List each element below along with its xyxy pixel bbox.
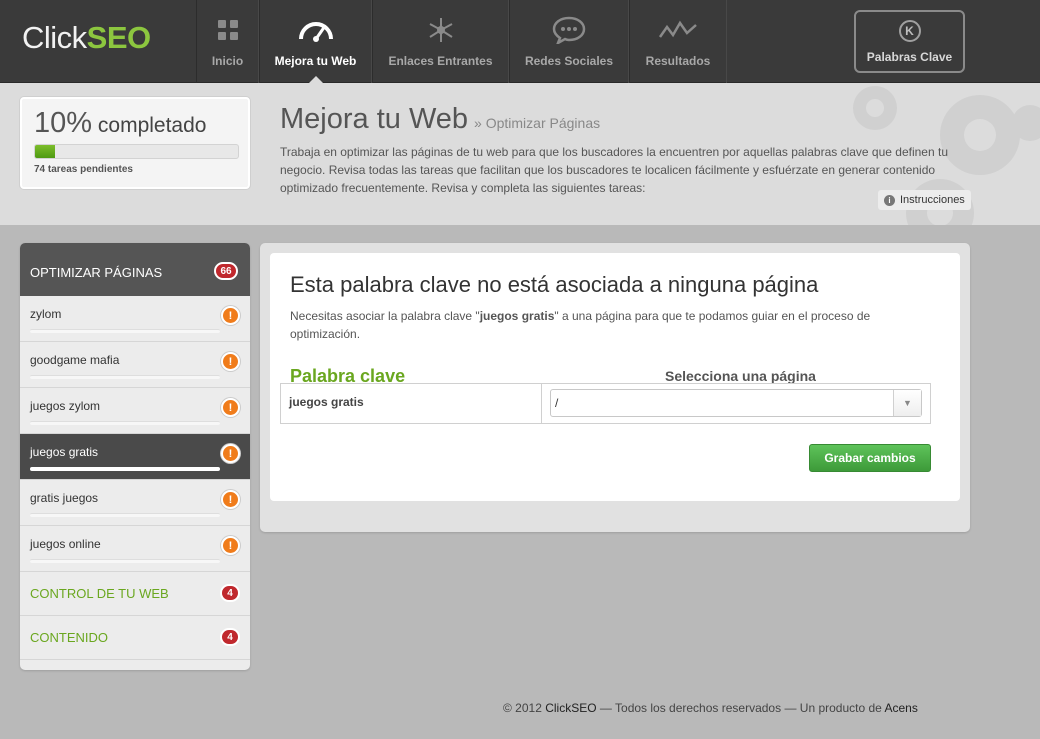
chevron-down-icon[interactable]: ▼ xyxy=(893,390,921,416)
page-title-text: Mejora tu Web xyxy=(280,103,469,135)
card-description: Necesitas asociar la palabra clave "jueg… xyxy=(290,307,940,343)
sidebar-item-juegos-zylom[interactable]: juegos zylom ! xyxy=(20,388,250,434)
footer-company-link[interactable]: Acens xyxy=(885,701,918,715)
page-select-value: / xyxy=(555,396,559,410)
page-intro-text: Trabaja en optimizar las páginas de tu w… xyxy=(280,145,948,195)
item-progress-line xyxy=(30,513,220,517)
sidebar-header-label: OPTIMIZAR PÁGINAS xyxy=(30,265,163,280)
count-badge: 4 xyxy=(220,628,240,646)
nav-mejora-label: Mejora tu Web xyxy=(274,54,357,68)
tasks-sidebar: OPTIMIZAR PÁGINAS 66 zylom ! goodgame ma… xyxy=(20,243,250,670)
footer-brand-link[interactable]: ClickSEO xyxy=(545,701,596,715)
alert-icon: ! xyxy=(221,490,240,509)
table-row: juegos gratis / ▼ xyxy=(280,383,931,424)
sidebar-item-label: juegos online xyxy=(30,537,101,551)
sidebar-item-label: juegos zylom xyxy=(30,399,101,413)
item-progress-line xyxy=(30,329,220,333)
desc-text-pre: Necesitas asociar la palabra clave " xyxy=(290,309,480,323)
nav-resultados[interactable]: Resultados xyxy=(629,0,727,83)
sidebar-header-optimizar-paginas[interactable]: OPTIMIZAR PÁGINAS 66 xyxy=(20,243,250,296)
logo-text-click: Click xyxy=(22,20,87,55)
sidebar-item-label: goodgame mafia xyxy=(30,353,120,367)
progress-bar xyxy=(34,144,239,159)
row-page-cell: / ▼ xyxy=(542,384,930,423)
item-progress-line xyxy=(30,375,220,379)
sidebar-section-control-de-tu-web[interactable]: CONTROL DE TU WEB 4 xyxy=(20,572,250,616)
alert-icon: ! xyxy=(221,398,240,417)
sidebar-item-goodgame-mafia[interactable]: goodgame mafia ! xyxy=(20,342,250,388)
sidebar-item-label: zylom xyxy=(30,307,62,321)
alert-icon: ! xyxy=(221,352,240,371)
progress-percent: 10% completado xyxy=(34,107,236,140)
top-navigation-bar: ClickSEO Inicio Mejora tu Web Enlaces En… xyxy=(0,0,1040,84)
page-header-band: 10% completado 74 tareas pendientes Mejo… xyxy=(0,83,1040,225)
alert-icon: ! xyxy=(221,536,240,555)
alert-icon: ! xyxy=(221,306,240,325)
card-heading: Esta palabra clave no está asociada a ni… xyxy=(290,272,819,297)
nav-redes-label: Redes Sociales xyxy=(524,54,614,68)
item-progress-line xyxy=(30,421,220,425)
sidebar-item-zylom[interactable]: zylom ! xyxy=(20,296,250,342)
save-changes-button[interactable]: Grabar cambios xyxy=(809,444,931,472)
sidebar-section-contenido[interactable]: CONTENIDO 4 xyxy=(20,616,250,660)
nav-inicio[interactable]: Inicio xyxy=(196,0,259,83)
main-nav: Inicio Mejora tu Web Enlaces Entrantes R… xyxy=(196,0,727,84)
breadcrumb[interactable]: » Optimizar Páginas xyxy=(474,115,600,131)
keyword-k-icon: K xyxy=(898,20,921,42)
footer-copyright: © 2012 xyxy=(503,701,546,715)
desc-keyword: juegos gratis xyxy=(479,309,555,323)
main-panel: Esta palabra clave no está asociada a ni… xyxy=(260,243,970,532)
chat-bubble-icon xyxy=(552,16,586,44)
progress-panel: 10% completado 74 tareas pendientes xyxy=(20,97,250,189)
logo-text-seo: SEO xyxy=(86,20,151,55)
sidebar-section-label: CONTROL DE TU WEB xyxy=(30,586,169,601)
progress-bar-fill xyxy=(35,145,56,158)
page-select[interactable]: / ▼ xyxy=(550,389,922,417)
grid-icon xyxy=(217,16,239,44)
instructions-label: Instrucciones xyxy=(900,194,965,206)
clickseo-logo[interactable]: ClickSEO xyxy=(22,20,151,56)
footer-rights-text: — Todos los derechos reservados — Un pro… xyxy=(596,701,885,715)
instructions-button[interactable]: i Instrucciones xyxy=(878,190,971,210)
palabras-clave-label: Palabras Clave xyxy=(866,50,953,64)
sidebar-item-juegos-gratis[interactable]: juegos gratis ! xyxy=(20,434,250,480)
count-badge: 66 xyxy=(214,262,238,280)
progress-suffix: completado xyxy=(97,114,207,137)
keyword-k-letter: K xyxy=(905,24,914,38)
sidebar-item-label: gratis juegos xyxy=(30,491,99,505)
column-header-page: Selecciona una página xyxy=(665,368,816,384)
nav-mejora-tu-web[interactable]: Mejora tu Web xyxy=(259,0,372,84)
item-progress-line xyxy=(30,467,220,471)
nav-inicio-label: Inicio xyxy=(211,54,244,68)
row-keyword-cell: juegos gratis xyxy=(281,384,542,423)
page-title: Mejora tu Web » Optimizar Páginas xyxy=(280,103,600,136)
sidebar-item-gratis-juegos[interactable]: gratis juegos ! xyxy=(20,480,250,526)
count-badge: 4 xyxy=(220,584,240,602)
info-icon: i xyxy=(884,194,895,206)
gauge-icon xyxy=(298,16,334,44)
network-icon xyxy=(426,16,456,44)
nav-enlaces-entrantes[interactable]: Enlaces Entrantes xyxy=(372,0,509,83)
sidebar-section-label: CONTENIDO xyxy=(30,630,108,645)
line-chart-icon xyxy=(658,16,698,44)
palabras-clave-button[interactable]: K Palabras Clave xyxy=(854,10,965,73)
sidebar-item-juegos-online[interactable]: juegos online ! xyxy=(20,526,250,572)
item-progress-line xyxy=(30,559,220,563)
pending-tasks-text: 74 tareas pendientes xyxy=(34,164,133,175)
nav-redes-sociales[interactable]: Redes Sociales xyxy=(509,0,629,83)
sidebar-item-label: juegos gratis xyxy=(30,445,99,459)
nav-resultados-label: Resultados xyxy=(645,54,711,68)
progress-percent-value: 10% xyxy=(34,107,93,139)
nav-enlaces-label: Enlaces Entrantes xyxy=(388,54,493,68)
footer: © 2012 ClickSEO — Todos los derechos res… xyxy=(503,701,918,715)
alert-icon: ! xyxy=(221,444,240,463)
